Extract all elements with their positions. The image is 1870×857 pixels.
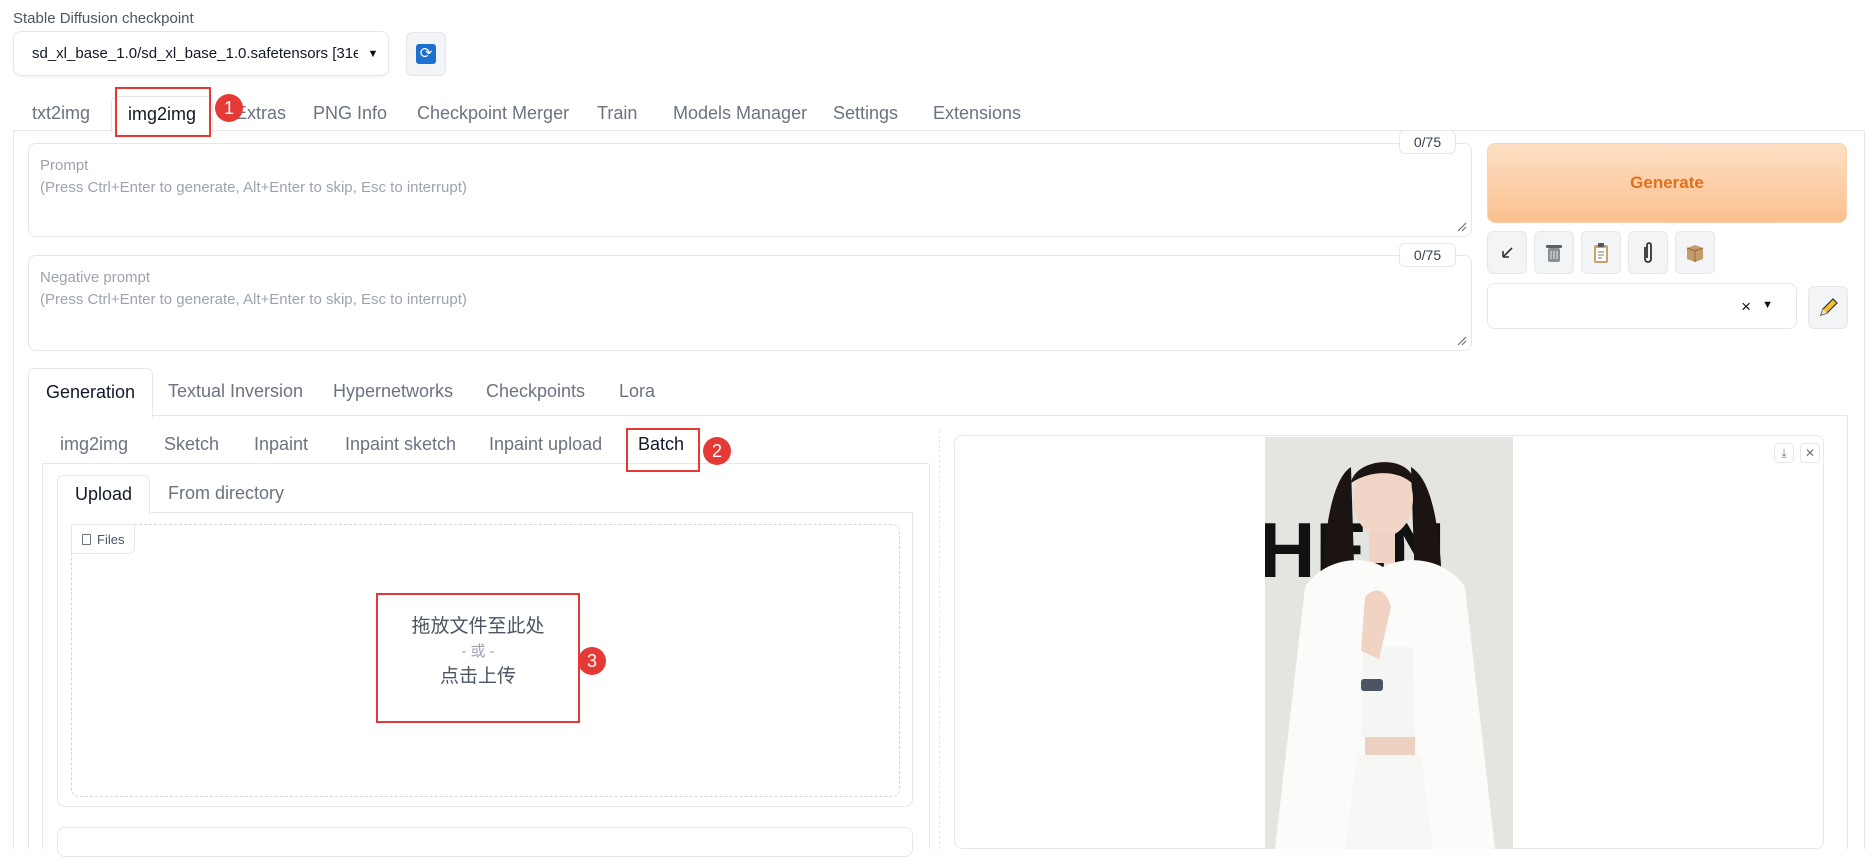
step-badge-3: 3: [578, 647, 606, 675]
batch-source-tab-bar: Upload From directory: [57, 475, 913, 515]
tab-sketch[interactable]: Sketch: [164, 426, 219, 463]
resize-handle-icon[interactable]: [1457, 222, 1467, 232]
read-params-button[interactable]: [1487, 231, 1527, 274]
resize-handle-icon[interactable]: [1457, 336, 1467, 346]
clear-prompt-button[interactable]: [1534, 231, 1574, 274]
close-icon: ✕: [1804, 446, 1816, 460]
trash-icon: [1546, 244, 1562, 262]
tab-generation[interactable]: Generation: [28, 368, 154, 418]
tab-lora[interactable]: Lora: [619, 368, 655, 415]
step-badge-2: 2: [703, 437, 731, 465]
attach-button[interactable]: [1628, 231, 1668, 274]
chevron-down-icon: ▼: [1762, 299, 1773, 311]
negative-prompt-label: Negative prompt: [40, 269, 151, 286]
file-icon: [82, 534, 91, 545]
refresh-checkpoint-button[interactable]: ⟳: [406, 32, 446, 76]
tab-from-directory[interactable]: From directory: [168, 475, 284, 512]
download-button[interactable]: ⤓: [1774, 443, 1794, 463]
next-section: [57, 827, 913, 857]
negative-prompt-token-counter: 0/75: [1399, 243, 1456, 267]
tab-png-info[interactable]: PNG Info: [313, 96, 387, 130]
prompt-hint: (Press Ctrl+Enter to generate, Alt+Enter…: [40, 179, 467, 196]
negative-prompt-textarea[interactable]: Negative prompt (Press Ctrl+Enter to gen…: [28, 255, 1472, 351]
output-image[interactable]: HEIN: [1265, 437, 1513, 849]
close-image-button[interactable]: ✕: [1800, 443, 1820, 463]
box-icon: [1686, 244, 1704, 262]
pencil-icon: [1820, 297, 1838, 316]
tab-img2img-mode[interactable]: img2img: [60, 426, 128, 463]
paperclip-icon: [1644, 241, 1652, 263]
highlight-box-dropzone: [376, 593, 580, 723]
portrait-photo: HEIN: [1265, 437, 1513, 849]
tab-extensions[interactable]: Extensions: [933, 96, 1021, 130]
tab-textual-inversion[interactable]: Textual Inversion: [168, 368, 303, 415]
main-tab-bar: txt2img img2img Extras PNG Info Checkpoi…: [13, 96, 1863, 133]
arrow-icon: [1502, 246, 1513, 258]
clipboard-icon: [1594, 242, 1608, 263]
extra-networks-button[interactable]: [1675, 231, 1715, 274]
generate-button[interactable]: Generate: [1487, 143, 1847, 223]
tab-hypernetworks[interactable]: Hypernetworks: [333, 368, 453, 415]
highlight-box-batch: [626, 428, 700, 472]
prompt-textarea[interactable]: Prompt (Press Ctrl+Enter to generate, Al…: [28, 143, 1472, 237]
tab-checkpoint-merger[interactable]: Checkpoint Merger: [417, 96, 569, 130]
tab-inpaint-sketch[interactable]: Inpaint sketch: [345, 426, 456, 463]
files-label-text: Files: [97, 532, 125, 547]
checkpoint-label: Stable Diffusion checkpoint: [13, 10, 194, 27]
clear-styles-icon[interactable]: ×: [1741, 297, 1751, 317]
chevron-down-icon: ▼: [367, 47, 379, 60]
tab-train[interactable]: Train: [597, 96, 637, 130]
tab-checkpoints[interactable]: Checkpoints: [486, 368, 585, 415]
tab-inpaint-upload[interactable]: Inpaint upload: [489, 426, 602, 463]
prompt-label: Prompt: [40, 157, 89, 174]
step-badge-1: 1: [215, 94, 243, 122]
styles-dropdown[interactable]: × ▼: [1487, 283, 1797, 329]
checkpoint-dropdown[interactable]: sd_xl_base_1.0/sd_xl_base_1.0.safetensor…: [13, 31, 389, 76]
column-divider: [939, 430, 940, 849]
tab-settings[interactable]: Settings: [833, 96, 898, 130]
extra-networks-tab-bar: Generation Textual Inversion Hypernetwor…: [28, 368, 1846, 418]
files-label: Files: [71, 524, 136, 554]
highlight-box-img2img: [115, 87, 211, 137]
paste-button[interactable]: [1581, 231, 1621, 274]
refresh-icon: ⟳: [416, 44, 436, 64]
img2img-mode-tab-bar: img2img Sketch Inpaint Inpaint sketch In…: [42, 426, 928, 464]
tab-models-manager[interactable]: Models Manager: [673, 96, 807, 130]
negative-prompt-hint: (Press Ctrl+Enter to generate, Alt+Enter…: [40, 291, 467, 308]
tab-txt2img[interactable]: txt2img: [32, 96, 90, 130]
tab-inpaint[interactable]: Inpaint: [254, 426, 308, 463]
download-icon: ⤓: [1781, 446, 1787, 460]
checkpoint-value: sd_xl_base_1.0/sd_xl_base_1.0.safetensor…: [32, 45, 358, 62]
tab-extras[interactable]: Extras: [235, 96, 286, 130]
edit-styles-button[interactable]: [1808, 286, 1848, 329]
prompt-token-counter: 0/75: [1399, 130, 1456, 154]
tab-upload[interactable]: Upload: [57, 475, 151, 515]
